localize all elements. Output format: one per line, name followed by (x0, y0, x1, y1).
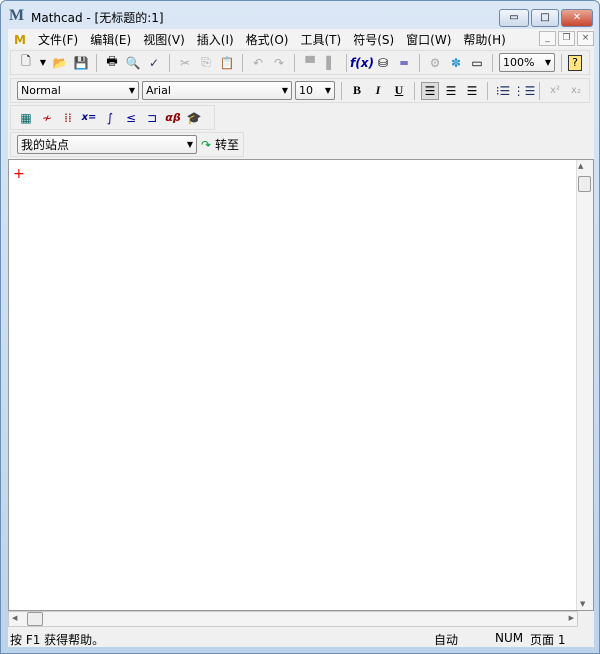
menu-tools[interactable]: 工具(T) (294, 29, 347, 50)
minimize-button[interactable]: ▭ (499, 9, 529, 27)
worksheet[interactable]: + ▲ ▼ (8, 159, 594, 611)
print-preview-icon[interactable]: 🔍 (124, 54, 142, 72)
horizontal-scroll-thumb[interactable] (27, 612, 43, 626)
paste-icon[interactable]: 📋 (218, 54, 236, 72)
menu-help[interactable]: 帮助(H) (457, 29, 511, 50)
menu-window[interactable]: 窗口(W) (400, 29, 457, 50)
doc-minimize-button[interactable]: _ (539, 31, 556, 46)
menu-bar: M 文件(F) 编辑(E) 视图(V) 插入(I) 格式(O) 工具(T) 符号(S) 窗口(W… (8, 29, 594, 48)
align-across-icon[interactable]: ▀ (301, 54, 319, 72)
status-page: 页面 1 (530, 633, 566, 647)
italic-button[interactable]: I (369, 82, 387, 100)
font-value: Arial (146, 84, 171, 97)
copy-icon[interactable]: ⎘ (197, 54, 215, 72)
numbering-icon[interactable]: ⋮☰ (513, 82, 536, 100)
subscript-button[interactable]: x₂ (567, 82, 585, 100)
vertical-scrollbar[interactable]: ▲ ▼ (576, 160, 593, 610)
zoom-value: 100% (503, 56, 535, 69)
math-toolbar: ▦ ≁ ⁞⁞ x= ∫ ≤ ⊐ αβ 🎓 (10, 105, 215, 130)
doc-close-button[interactable]: × (577, 31, 594, 46)
style-value: Normal (21, 84, 61, 97)
formatting-toolbar: Normal ▼ Arial ▼ 10 ▼ B I U ☰ ☰ ☰ ⁝☰ ⋮☰ x² x₂ (10, 78, 590, 103)
horizontal-scrollbar[interactable]: ◀ ▶ (8, 611, 578, 627)
insert-function-icon[interactable]: f(x) (350, 54, 374, 72)
window-icon[interactable]: ▭ (468, 54, 486, 72)
go-arrow-icon[interactable]: ↷ (200, 136, 212, 154)
bold-button[interactable]: B (348, 82, 366, 100)
component-icon[interactable]: ⚙ (426, 54, 444, 72)
scroll-up-icon[interactable]: ▲ (578, 162, 583, 170)
scroll-down-icon[interactable]: ▼ (580, 600, 585, 608)
chevron-down-icon: ▼ (324, 86, 331, 95)
doc-restore-button[interactable]: ❐ (558, 31, 575, 46)
maximize-button[interactable]: □ (531, 9, 559, 27)
crosshair-cursor: + (13, 166, 25, 182)
font-select[interactable]: Arial ▼ (142, 81, 292, 100)
align-left-icon[interactable]: ☰ (421, 81, 439, 100)
print-icon[interactable]: 🖶 (103, 54, 121, 72)
chevron-down-icon: ▼ (281, 86, 288, 95)
menu-format[interactable]: 格式(O) (240, 29, 295, 50)
calculate-icon[interactable]: ═ (395, 54, 413, 72)
doc-icon[interactable]: M (8, 31, 32, 49)
calculus-icon[interactable]: ∫ (101, 109, 119, 127)
scroll-right-icon[interactable]: ▶ (569, 614, 574, 622)
client-area: M 文件(F) 编辑(E) 视图(V) 插入(I) 格式(O) 工具(T) 符号(S) 窗口(W… (8, 29, 594, 647)
menu-edit[interactable]: 编辑(E) (84, 29, 137, 50)
chevron-down-icon: ▼ (544, 58, 551, 67)
style-select[interactable]: Normal ▼ (17, 81, 139, 100)
superscript-button[interactable]: x² (546, 82, 564, 100)
window-title: Mathcad - [无标题的:1] (31, 11, 164, 25)
evaluation-button[interactable]: x= (80, 109, 98, 127)
symbolic-icon[interactable]: 🎓 (185, 109, 203, 127)
graph-icon[interactable]: ≁ (38, 109, 56, 127)
chevron-down-icon[interactable]: ▼ (38, 54, 48, 72)
spellcheck-icon[interactable]: ✓ (145, 54, 163, 72)
undo-icon[interactable]: ↶ (249, 54, 267, 72)
align-right-icon[interactable]: ☰ (463, 82, 481, 100)
open-icon[interactable]: 📂 (51, 54, 69, 72)
align-down-icon[interactable]: ▌ (322, 54, 340, 72)
font-size-select[interactable]: 10 ▼ (295, 81, 335, 100)
greek-button[interactable]: αβ (164, 109, 182, 127)
chevron-down-icon: ▼ (186, 140, 193, 149)
zoom-select[interactable]: 100% ▼ (499, 53, 555, 72)
status-bar: 按 F1 获得帮助。 自动 NUM 页面 1 (8, 629, 594, 647)
site-select[interactable]: 我的站点 ▼ (17, 135, 197, 154)
save-icon[interactable]: 💾 (72, 54, 90, 72)
align-center-icon[interactable]: ☰ (442, 82, 460, 100)
underline-button[interactable]: U (390, 82, 408, 100)
menu-file[interactable]: 文件(F) (32, 29, 84, 50)
font-size-value: 10 (299, 84, 313, 97)
new-icon[interactable]: 🗋 (17, 54, 35, 72)
cut-icon[interactable]: ✂ (176, 54, 194, 72)
resource-center-icon[interactable]: ✽ (447, 54, 465, 72)
programming-icon[interactable]: ⊐ (143, 109, 161, 127)
menu-view[interactable]: 视图(V) (137, 29, 191, 50)
bullets-icon[interactable]: ⁝☰ (494, 82, 512, 100)
status-calc-mode: 自动 (434, 633, 459, 647)
calculator-icon[interactable]: ▦ (17, 109, 35, 127)
chevron-down-icon: ▼ (128, 86, 135, 95)
menu-symbols[interactable]: 符号(S) (347, 29, 400, 50)
status-help-text: 按 F1 获得帮助。 (10, 633, 105, 647)
mathcad-window: M Mathcad - [无标题的:1] ▭ □ ✕ M 文件(F) 编辑(E) 视图… (0, 0, 600, 654)
boolean-icon[interactable]: ≤ (122, 109, 140, 127)
vertical-scroll-thumb[interactable] (578, 176, 591, 192)
help-icon[interactable]: ? (568, 54, 582, 71)
site-value: 我的站点 (21, 138, 70, 152)
mathcad-logo-icon: M (9, 7, 25, 24)
redo-icon[interactable]: ↷ (270, 54, 288, 72)
status-num-lock: NUM (495, 631, 524, 645)
go-button[interactable]: 转至 (215, 136, 239, 153)
standard-toolbar: 🗋 ▼ 📂 💾 🖶 🔍 ✓ ✂ ⎘ 📋 ↶ ↷ ▀ ▌ f(x) ⛁ ═ ⚙ ✽ ▭ 100% ▼ ? (10, 50, 590, 75)
web-toolbar: 我的站点 ▼ ↷ 转至 (10, 132, 244, 157)
insert-unit-icon[interactable]: ⛁ (374, 54, 392, 72)
scroll-left-icon[interactable]: ◀ (12, 614, 17, 622)
close-button[interactable]: ✕ (561, 9, 593, 27)
matrix-icon[interactable]: ⁞⁞ (59, 109, 77, 127)
menu-insert[interactable]: 插入(I) (191, 29, 240, 50)
